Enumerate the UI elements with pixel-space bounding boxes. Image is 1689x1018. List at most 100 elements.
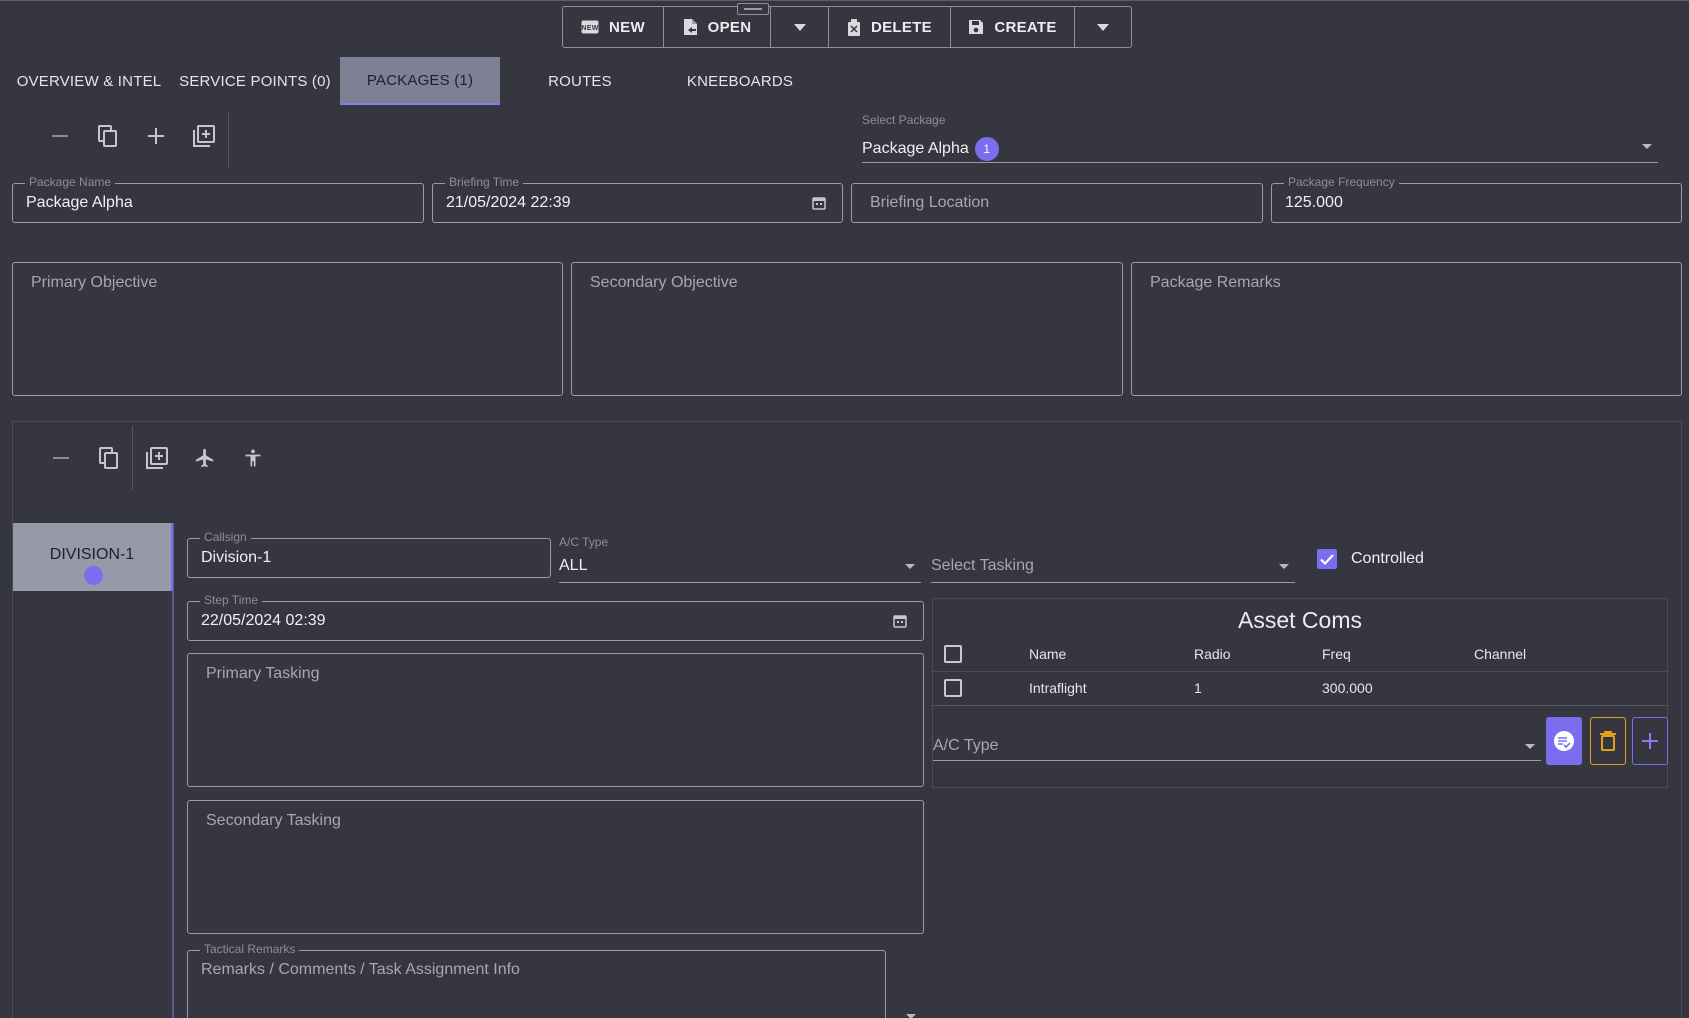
asset-coms-title: Asset Coms bbox=[1238, 607, 1362, 633]
selected-package: Package Alpha 1 bbox=[862, 137, 999, 161]
briefing-time-label: Briefing Time bbox=[445, 175, 524, 189]
column-header-name[interactable]: Name bbox=[1029, 646, 1066, 662]
briefing-time-value: 21/05/2024 22:39 bbox=[446, 194, 571, 211]
tab-packages[interactable]: PACKAGES (1) bbox=[340, 57, 500, 105]
remove-flight-button[interactable] bbox=[45, 442, 77, 474]
chevron-down-icon bbox=[1642, 144, 1652, 149]
apply-coms-button[interactable] bbox=[1546, 717, 1582, 765]
cell-radio: 1 bbox=[1194, 680, 1202, 696]
select-package-dropdown[interactable]: Select Package Package Alpha 1 bbox=[862, 113, 1658, 163]
primary-objective-placeholder: Primary Objective bbox=[31, 274, 158, 291]
svg-text:NEW: NEW bbox=[581, 25, 598, 32]
ac-type-value: ALL bbox=[559, 557, 588, 574]
library-add-icon bbox=[193, 125, 215, 147]
airplane-icon bbox=[194, 447, 216, 469]
package-name-field[interactable]: Package Name Package Alpha bbox=[12, 175, 424, 223]
cell-name: Intraflight bbox=[1029, 680, 1087, 696]
plus-icon bbox=[148, 128, 164, 144]
drag-handle[interactable] bbox=[737, 3, 769, 15]
copy-icon bbox=[98, 125, 118, 147]
create-button[interactable]: CREATE bbox=[951, 7, 1075, 47]
tab-service-points[interactable]: SERVICE POINTS (0) bbox=[175, 57, 335, 105]
add-package-button[interactable] bbox=[140, 120, 172, 152]
controlled-label: Controlled bbox=[1351, 550, 1424, 567]
chevron-down-icon bbox=[793, 23, 806, 31]
person-icon bbox=[243, 447, 263, 469]
tab-kneeboards[interactable]: KNEEBOARDS bbox=[660, 57, 820, 105]
tab-routes[interactable]: ROUTES bbox=[500, 57, 660, 105]
save-icon bbox=[968, 19, 984, 35]
briefing-location-field[interactable]: Briefing Location bbox=[851, 183, 1263, 223]
checkbox-checked-icon bbox=[1317, 549, 1337, 569]
tab-overview-intel[interactable]: OVERVIEW & INTEL bbox=[12, 57, 166, 105]
add-multiple-button[interactable] bbox=[188, 120, 220, 152]
secondary-objective-textarea[interactable]: Secondary Objective bbox=[571, 262, 1123, 396]
column-header-radio[interactable]: Radio bbox=[1194, 646, 1231, 662]
open-file-icon bbox=[683, 18, 698, 36]
chevron-down-icon bbox=[1525, 744, 1535, 749]
new-label: NEW bbox=[609, 18, 645, 36]
secondary-objective-placeholder: Secondary Objective bbox=[590, 274, 738, 291]
division-tab-label: DIVISION-1 bbox=[49, 546, 135, 563]
division-indicator-dot bbox=[84, 566, 103, 585]
asset-coms-panel: Asset Coms Name Radio Freq Channel Intra… bbox=[932, 598, 1668, 788]
tactical-remarks-textarea[interactable]: Tactical Remarks Remarks / Comments / Ta… bbox=[187, 942, 886, 1018]
calendar-icon[interactable] bbox=[893, 614, 907, 628]
copy-flight-button[interactable] bbox=[93, 442, 125, 474]
new-button[interactable]: NEW NEW bbox=[563, 7, 664, 47]
add-multiple-flights-button[interactable] bbox=[141, 442, 173, 474]
divider bbox=[132, 426, 133, 490]
tasking-placeholder: Select Tasking bbox=[931, 557, 1034, 574]
top-toolbar: NEW NEW OPEN DELETE CREATE bbox=[562, 6, 1132, 48]
select-all-checkbox[interactable] bbox=[944, 645, 962, 663]
briefing-time-field[interactable]: Briefing Time 21/05/2024 22:39 bbox=[432, 175, 843, 223]
controlled-checkbox[interactable]: Controlled bbox=[1317, 549, 1424, 569]
package-remarks-textarea[interactable]: Package Remarks bbox=[1131, 262, 1682, 396]
primary-tasking-textarea[interactable]: Primary Tasking bbox=[187, 653, 924, 787]
trash-icon bbox=[1600, 731, 1616, 751]
minus-icon bbox=[53, 457, 69, 459]
add-aircraft-button[interactable] bbox=[189, 442, 221, 474]
ac-type-select[interactable]: A/C Type ALL bbox=[559, 535, 921, 583]
step-time-field[interactable]: Step Time 22/05/2024 02:39 bbox=[187, 593, 924, 641]
row-checkbox[interactable] bbox=[944, 679, 962, 697]
chevron-down-icon bbox=[1097, 23, 1109, 31]
callsign-label: Callsign bbox=[200, 530, 251, 544]
copy-package-button[interactable] bbox=[92, 120, 124, 152]
select-tasking-dropdown[interactable]: Select Tasking bbox=[931, 541, 1295, 583]
package-remarks-placeholder: Package Remarks bbox=[1150, 274, 1281, 291]
tactical-remarks-label: Tactical Remarks bbox=[200, 942, 300, 956]
step-time-value: 22/05/2024 02:39 bbox=[201, 612, 326, 629]
callsign-field[interactable]: Callsign Division-1 bbox=[187, 530, 551, 578]
copy-icon bbox=[99, 447, 119, 469]
secondary-tasking-placeholder: Secondary Tasking bbox=[206, 812, 341, 829]
secondary-tasking-textarea[interactable]: Secondary Tasking bbox=[187, 800, 924, 934]
package-name-value: Package Alpha bbox=[26, 194, 133, 211]
chevron-down-icon[interactable] bbox=[906, 1014, 916, 1018]
divider bbox=[228, 113, 229, 167]
ac-type-coms-select[interactable]: A/C Type bbox=[933, 717, 1541, 761]
chevron-down-icon bbox=[1279, 564, 1289, 569]
primary-tasking-placeholder: Primary Tasking bbox=[206, 665, 320, 682]
calendar-icon[interactable] bbox=[812, 196, 826, 210]
remove-package-button[interactable] bbox=[44, 120, 76, 152]
column-header-freq[interactable]: Freq bbox=[1322, 646, 1351, 662]
ac-type-coms-placeholder: A/C Type bbox=[933, 737, 999, 754]
division-tab[interactable]: DIVISION-1 bbox=[13, 523, 173, 591]
step-time-label: Step Time bbox=[200, 593, 263, 607]
add-personnel-button[interactable] bbox=[237, 442, 269, 474]
create-menu-dropdown[interactable] bbox=[1075, 7, 1131, 47]
open-label: OPEN bbox=[707, 18, 752, 36]
cell-freq: 300.000 bbox=[1322, 680, 1373, 696]
primary-objective-textarea[interactable]: Primary Objective bbox=[12, 262, 563, 396]
delete-button[interactable]: DELETE bbox=[829, 7, 951, 47]
delete-label: DELETE bbox=[871, 18, 932, 36]
package-frequency-field[interactable]: Package Frequency 125.000 bbox=[1271, 175, 1682, 223]
add-coms-button[interactable] bbox=[1632, 717, 1668, 765]
divider bbox=[933, 705, 1667, 706]
open-menu-dropdown[interactable] bbox=[771, 7, 829, 47]
delete-coms-button[interactable] bbox=[1590, 717, 1626, 765]
column-header-channel[interactable]: Channel bbox=[1474, 646, 1526, 662]
table-row[interactable]: Intraflight 1 300.000 bbox=[933, 672, 1667, 705]
chevron-down-icon bbox=[905, 564, 915, 569]
